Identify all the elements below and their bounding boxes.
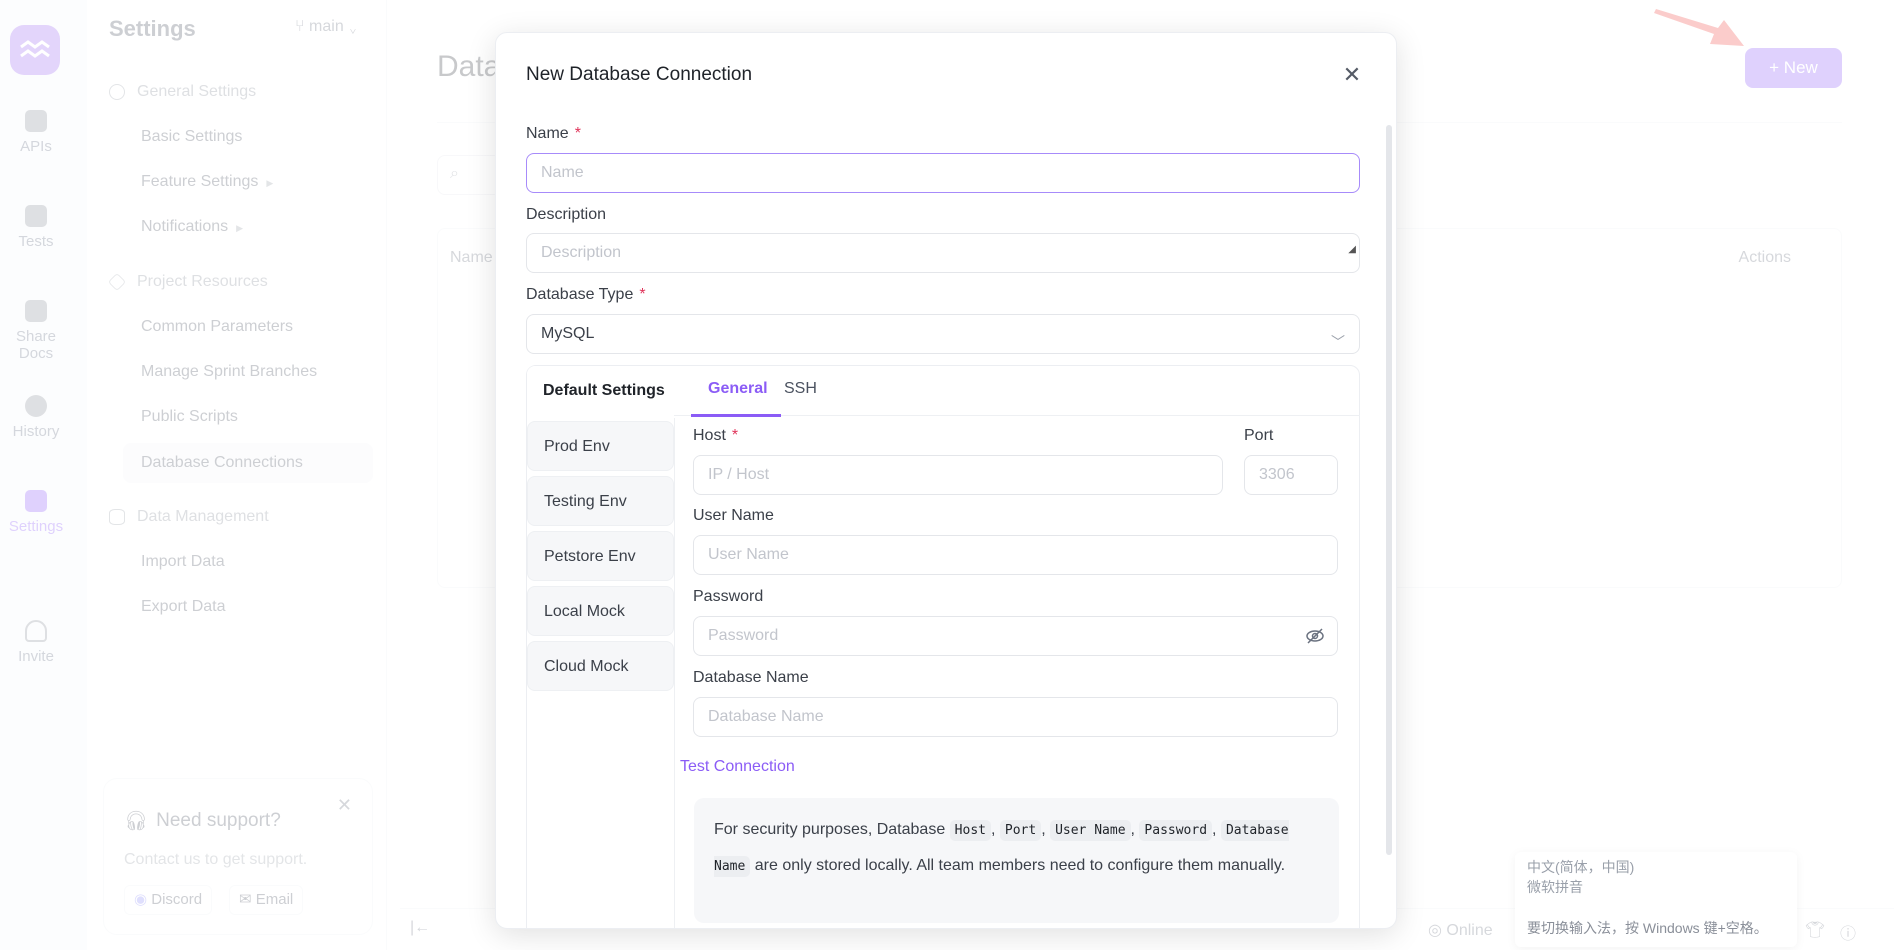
dialog-title: New Database Connection: [526, 64, 753, 85]
code-port: Port: [999, 820, 1042, 841]
env-tab-local-mock[interactable]: Local Mock: [527, 586, 674, 636]
active-tab-indicator: [691, 414, 781, 417]
resize-handle-icon[interactable]: ◢: [1348, 231, 1356, 269]
name-input[interactable]: Name: [526, 153, 1360, 193]
env-tab-prod[interactable]: Prod Env: [527, 421, 674, 471]
description-label: Description: [526, 206, 607, 223]
chevron-down-icon: ﹀: [1331, 334, 1345, 350]
database-type-select[interactable]: MySQL ﹀: [526, 314, 1360, 354]
port-input[interactable]: 3306: [1244, 455, 1338, 495]
required-marker: *: [731, 427, 739, 444]
tab-ssh[interactable]: SSH: [784, 380, 817, 398]
eye-off-icon[interactable]: [1305, 627, 1325, 645]
panel-divider: [674, 418, 675, 928]
env-tab-testing[interactable]: Testing Env: [527, 476, 674, 526]
name-label: Name *: [526, 125, 581, 142]
env-tab-default-settings[interactable]: Default Settings: [527, 366, 674, 416]
tab-general[interactable]: General: [708, 380, 768, 398]
required-marker: *: [639, 286, 646, 303]
host-input[interactable]: IP / Host: [693, 455, 1223, 495]
dialog-scrollbar[interactable]: [1386, 125, 1392, 855]
env-tab-cloud-mock[interactable]: Cloud Mock: [527, 641, 674, 691]
username-label: User Name: [693, 507, 774, 524]
database-type-label: Database Type *: [526, 286, 646, 303]
database-name-label: Database Name: [693, 669, 809, 686]
code-password: Password: [1139, 820, 1213, 841]
port-label: Port: [1244, 427, 1274, 444]
host-label: Host *: [693, 427, 739, 444]
password-label: Password: [693, 588, 764, 605]
security-note: For security purposes, Database Host, Po…: [694, 798, 1339, 923]
required-marker: *: [574, 125, 581, 142]
code-user-name: User Name: [1050, 820, 1131, 841]
username-input[interactable]: User Name: [693, 535, 1338, 575]
description-textarea[interactable]: Description ◢: [526, 233, 1360, 273]
database-name-input[interactable]: Database Name: [693, 697, 1338, 737]
code-host: Host: [949, 820, 991, 841]
ime-popup: 中文(简体，中国) 微软拼音 要切换输入法，按 Windows 键+空格。: [1515, 852, 1797, 947]
close-icon[interactable]: ✕: [1338, 61, 1366, 89]
connection-sub-tabs: General SSH: [674, 366, 1360, 417]
password-input[interactable]: Password: [693, 616, 1338, 656]
new-db-connection-dialog: New Database Connection ✕ Name * Name Des…: [495, 32, 1397, 929]
env-tab-petstore[interactable]: Petstore Env: [527, 531, 674, 581]
test-connection-button[interactable]: Test Connection: [680, 758, 795, 776]
